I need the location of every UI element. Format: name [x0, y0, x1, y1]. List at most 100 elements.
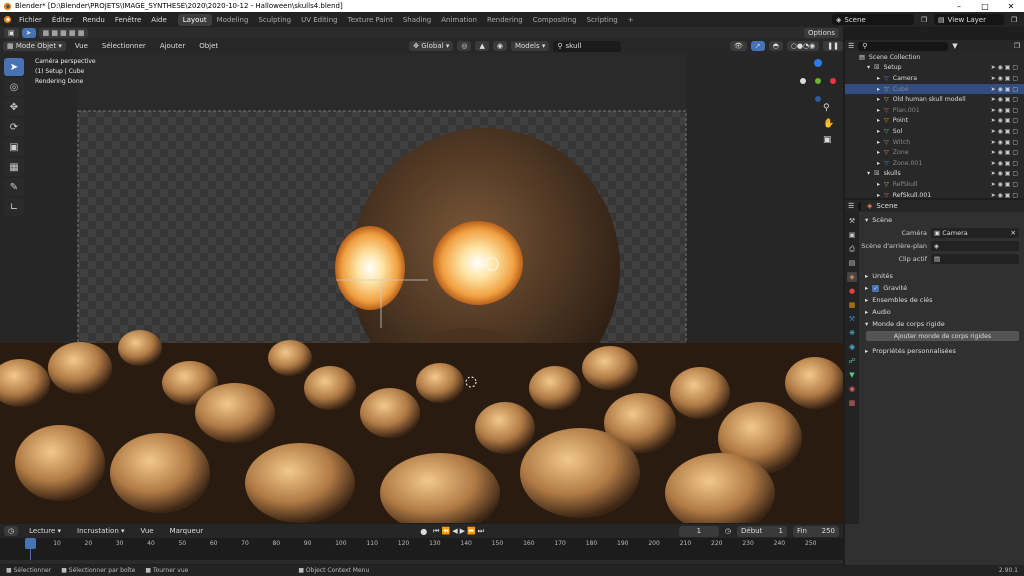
new-scene-icon[interactable]: ❐	[914, 16, 934, 24]
new-view-layer-icon[interactable]: ❐	[1004, 16, 1024, 24]
visibility-toggles[interactable]: ➤ ◉ ▣ ▢	[991, 170, 1018, 177]
visibility-toggles[interactable]: ➤ ◉ ▣ ▢	[991, 149, 1018, 156]
outliner-row-setup[interactable]: ▾ ☒ Setup ➤ ◉ ▣ ▢	[845, 63, 1024, 74]
active-clip-field[interactable]: ▤	[931, 253, 1019, 264]
outliner-row-sol[interactable]: ▸ ▽ Sol ➤ ◉ ▣ ▢	[845, 126, 1024, 137]
expand-icon[interactable]: ▸	[877, 149, 884, 156]
view-layer-selector[interactable]: ▤ View Layer	[934, 14, 1004, 25]
menu-file[interactable]: Fichier	[14, 16, 47, 24]
record-button[interactable]: ●	[420, 527, 427, 536]
timeline-scrollbar[interactable]	[0, 560, 843, 564]
menu-help[interactable]: Aide	[146, 16, 171, 24]
timeline-editor-icon[interactable]: ◷	[4, 526, 19, 536]
menu-render[interactable]: Rendu	[78, 16, 110, 24]
tool-tab-icon[interactable]: ⚒	[847, 216, 857, 226]
tab-sculpting[interactable]: Sculpting	[253, 14, 296, 26]
panel-custom-properties-header[interactable]: ▸ Propriétés personnalisées	[861, 345, 1024, 357]
expand-icon[interactable]: ▾	[867, 170, 874, 177]
visibility-toggles[interactable]: ➤ ◉ ▣ ▢	[991, 128, 1018, 135]
output-tab-icon[interactable]: ⎙	[847, 244, 857, 254]
end-frame-field[interactable]: Fin 250	[793, 525, 839, 537]
tab-rendering[interactable]: Rendering	[482, 14, 528, 26]
particles-tab-icon[interactable]: ❋	[847, 328, 857, 338]
visibility-toggles[interactable]: ➤ ◉ ▣ ▢	[991, 139, 1018, 146]
minimize-button[interactable]: –	[946, 2, 972, 11]
current-frame-field[interactable]: 1	[678, 525, 719, 537]
annotate-tool-icon[interactable]: ✎	[4, 178, 24, 196]
transform-orientation-dropdown[interactable]: ✥ Global ▾	[409, 41, 454, 51]
expand-icon[interactable]: ▸	[877, 160, 884, 167]
outliner[interactable]: ☰ ⚲ ▼ ❐ ▤ Scene Collection ▾ ☒ Setup ➤ ◉ ▣ ▢…	[845, 40, 1024, 209]
clear-icon[interactable]: ✕	[1011, 229, 1016, 237]
view-layer-tab-icon[interactable]: ▤	[847, 258, 857, 268]
visibility-toggles[interactable]: ➤ ◉ ▣ ▢	[991, 96, 1018, 103]
tab-compositing[interactable]: Compositing	[528, 14, 582, 26]
new-collection-icon[interactable]: ❐	[1014, 42, 1020, 50]
texture-tab-icon[interactable]: ▦	[847, 398, 857, 408]
tab-uv-editing[interactable]: UV Editing	[296, 14, 343, 26]
timeline-menu-marker[interactable]: Marqueur	[165, 527, 209, 535]
visibility-toggles[interactable]: ➤ ◉ ▣ ▢	[991, 192, 1018, 199]
properties-editor-icon[interactable]: ☰	[848, 202, 854, 210]
gravity-checkbox[interactable]: ✓	[872, 284, 880, 292]
expand-icon[interactable]: ▸	[877, 86, 884, 93]
outliner-row-camera[interactable]: ▸ ▽ Camera ➤ ◉ ▣ ▢	[845, 73, 1024, 84]
expand-icon[interactable]: ▸	[877, 96, 884, 103]
expand-icon[interactable]: ▸	[877, 117, 884, 124]
modifier-tab-icon[interactable]: ⚒	[847, 314, 857, 324]
playhead[interactable]	[25, 538, 36, 549]
timeline-menu-keying[interactable]: Incrustation ▾	[72, 527, 130, 535]
expand-icon[interactable]: ▸	[877, 107, 884, 114]
tab-animation[interactable]: Animation	[436, 14, 482, 26]
clock-icon[interactable]: ◷	[725, 527, 731, 535]
material-tab-icon[interactable]: ◉	[847, 384, 857, 394]
camera-view-icon[interactable]: ▣	[823, 135, 834, 145]
filter-icon[interactable]: ▼	[952, 42, 957, 50]
outliner-row-cube[interactable]: ▸ ▽ Cube ➤ ◉ ▣ ▢	[845, 83, 1024, 95]
outliner-row-zone-001[interactable]: ▸ ▽ Zone.001 ➤ ◉ ▣ ▢	[845, 158, 1024, 169]
data-tab-icon[interactable]: ▼	[847, 370, 857, 380]
select-box-tool-icon[interactable]: ➤	[4, 58, 24, 76]
expand-icon[interactable]: ▸	[877, 75, 884, 82]
add-rigid-body-world-button[interactable]: Ajouter monde de corps rigides	[866, 331, 1019, 341]
outliner-row-plan-001[interactable]: ▸ ▽ Plan.001 ➤ ◉ ▣ ▢	[845, 105, 1024, 116]
panel-keying-sets-header[interactable]: ▸ Ensembles de clés	[861, 294, 1024, 306]
render-tab-icon[interactable]: ▣	[847, 230, 857, 240]
properties-editor[interactable]: ☰ ⚲ ✰ ⚒ ▣ ⎙ ▤ ◈ ● ▦ ⚒ ❋ ◉ ☍ ▼ ◉ ▦ ◈Scene…	[845, 200, 1024, 565]
object-tab-icon[interactable]: ▦	[847, 300, 857, 310]
snap-icon[interactable]: ▲	[475, 41, 489, 51]
collection-filter[interactable]: Models ▾	[510, 41, 550, 51]
rotate-tool-icon[interactable]: ⟳	[4, 118, 24, 136]
outliner-row-zone[interactable]: ▸ ▽ Zone ➤ ◉ ▣ ▢	[845, 147, 1024, 158]
scene-selector[interactable]: ◈ Scene	[832, 14, 914, 25]
zoom-icon[interactable]: ⚲	[823, 103, 834, 113]
scene-tab-icon[interactable]: ◈	[847, 272, 857, 282]
visibility-toggles[interactable]: ➤ ◉ ▣ ▢	[991, 86, 1018, 93]
visibility-toggles[interactable]: ➤ ◉ ▣ ▢	[991, 181, 1018, 188]
overlay-icon[interactable]: ◓	[768, 41, 783, 51]
background-scene-field[interactable]: ◈	[931, 240, 1019, 251]
visibility-toggles[interactable]: ➤ ◉ ▣ ▢	[991, 107, 1018, 114]
playback-controls[interactable]: ⏮⏪◀▶⏩⏭	[433, 527, 486, 536]
editor-type-icon[interactable]: ▣	[4, 28, 19, 38]
outliner-row-refskull-001[interactable]: ▸ ▽ RefSkull.001 ➤ ◉ ▣ ▢	[845, 190, 1024, 201]
cursor-tool-icon[interactable]: ◎	[4, 78, 24, 96]
physics-tab-icon[interactable]: ◉	[847, 342, 857, 352]
viewport-menu-add[interactable]: Ajouter	[155, 42, 190, 50]
tab-texture-paint[interactable]: Texture Paint	[343, 14, 398, 26]
visibility-toggles[interactable]: ➤ ◉ ▣ ▢	[991, 117, 1018, 124]
outliner-editor-icon[interactable]: ☰	[848, 42, 854, 50]
measure-tool-icon[interactable]: ∟	[4, 198, 24, 216]
outliner-scene-collection[interactable]: ▤ Scene Collection	[845, 52, 1024, 63]
outliner-row-witch[interactable]: ▸ ▽ Witch ➤ ◉ ▣ ▢	[845, 137, 1024, 148]
panel-scene-header[interactable]: ▾ Scène	[861, 214, 1024, 226]
mode-selector[interactable]: ▦ Mode Objet ▾	[3, 41, 66, 51]
blender-menu-icon[interactable]	[0, 15, 14, 24]
visibility-toggles[interactable]: ➤ ◉ ▣ ▢	[991, 75, 1018, 82]
timeline-menu-playback[interactable]: Lecture ▾	[24, 527, 66, 535]
visibility-toggles[interactable]: ➤ ◉ ▣ ▢	[991, 160, 1018, 167]
visibility-toggles[interactable]: ➤ ◉ ▣ ▢	[991, 64, 1018, 71]
camera-field[interactable]: ▣ Camera ✕	[931, 227, 1019, 238]
panel-audio-header[interactable]: ▸ Audio	[861, 306, 1024, 318]
visibility-icon[interactable]: 👁	[729, 41, 747, 51]
